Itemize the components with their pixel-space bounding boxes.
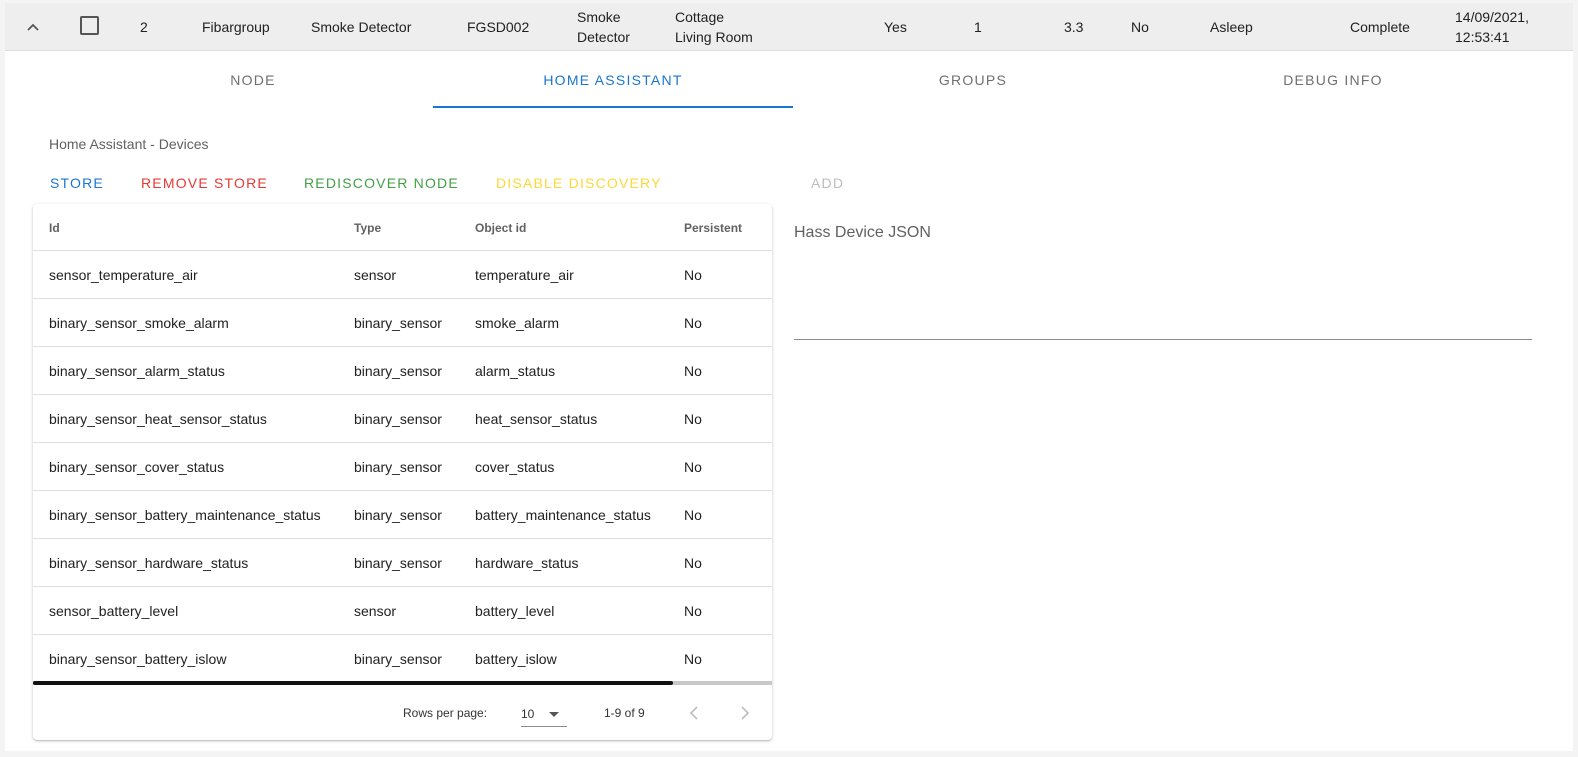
node-secure: Yes <box>884 19 907 35</box>
cell-persistent: No <box>684 650 702 667</box>
table-row[interactable]: binary_sensor_hardware_status binary_sen… <box>33 539 772 587</box>
chevron-up-icon[interactable] <box>25 19 41 35</box>
tab-groups[interactable]: GROUPS <box>793 51 1153 109</box>
cell-object-id: temperature_air <box>475 266 574 283</box>
node-status: Asleep <box>1210 19 1253 35</box>
cell-id: binary_sensor_cover_status <box>49 458 225 475</box>
cell-persistent: No <box>684 602 702 619</box>
table-row[interactable]: binary_sensor_cover_status binary_sensor… <box>33 443 772 491</box>
chevron-left-icon[interactable] <box>685 703 705 723</box>
dropdown-arrow-icon <box>549 712 559 717</box>
rediscover-node-button[interactable]: REDISCOVER NODE <box>304 175 459 191</box>
cell-object-id: cover_status <box>475 458 555 475</box>
node-product-code: FGSD002 <box>467 19 530 35</box>
node-failed: No <box>1131 19 1149 35</box>
cell-object-id: hardware_status <box>475 554 579 571</box>
column-header-persistent[interactable]: Persistent <box>684 204 742 251</box>
cell-persistent: No <box>684 410 702 427</box>
node-location: Cottage Living Room <box>675 9 753 45</box>
cell-type: binary_sensor <box>354 506 442 523</box>
section-title: Home Assistant - Devices <box>49 136 209 152</box>
cell-type: sensor <box>354 266 397 283</box>
node-id: 2 <box>140 19 148 35</box>
cell-id: sensor_temperature_air <box>49 266 198 283</box>
node-interview: Complete <box>1350 19 1410 35</box>
table-row[interactable]: binary_sensor_smoke_alarm binary_sensor … <box>33 299 772 347</box>
cell-type: binary_sensor <box>354 410 442 427</box>
table-header: Id Type Object id Persistent <box>33 204 772 251</box>
node-details-panel: NODE HOME ASSISTANT GROUPS DEBUG INFO Ho… <box>5 51 1573 751</box>
tab-node[interactable]: NODE <box>73 51 433 109</box>
column-header-type[interactable]: Type <box>354 204 381 251</box>
row-checkbox[interactable] <box>80 16 99 35</box>
cell-id: binary_sensor_alarm_status <box>49 362 225 379</box>
table-row[interactable]: binary_sensor_heat_sensor_status binary_… <box>33 395 772 443</box>
cell-type: binary_sensor <box>354 362 442 379</box>
cell-id: binary_sensor_battery_maintenance_status <box>49 506 321 523</box>
add-button: ADD <box>811 175 845 191</box>
tab-bar: NODE HOME ASSISTANT GROUPS DEBUG INFO <box>73 51 1513 109</box>
table-pagination: Rows per page: 10 1-9 of 9 <box>33 685 772 740</box>
cell-type: sensor <box>354 602 397 619</box>
devices-table: Id Type Object id Persistent sensor_temp… <box>33 204 772 740</box>
disable-discovery-button[interactable]: DISABLE DISCOVERY <box>496 175 662 191</box>
node-row[interactable]: 2 Fibargroup Smoke Detector FGSD002 Smok… <box>5 3 1573 51</box>
cell-type: binary_sensor <box>354 458 442 475</box>
chevron-right-icon[interactable] <box>734 703 754 723</box>
active-tab-indicator <box>433 106 793 108</box>
cell-object-id: alarm_status <box>475 362 556 379</box>
cell-type: binary_sensor <box>354 554 442 571</box>
rows-per-page-value: 10 <box>521 707 535 721</box>
cell-id: binary_sensor_hardware_status <box>49 554 249 571</box>
node-name: Smoke Detector <box>577 9 630 45</box>
table-row[interactable]: binary_sensor_battery_islow binary_senso… <box>33 635 772 683</box>
column-header-object-id[interactable]: Object id <box>475 204 526 251</box>
table-row[interactable]: sensor_temperature_air sensor temperatur… <box>33 251 772 299</box>
remove-store-button[interactable]: REMOVE STORE <box>141 175 268 191</box>
column-header-id[interactable]: Id <box>49 204 60 251</box>
tab-home-assistant[interactable]: HOME ASSISTANT <box>433 51 793 109</box>
cell-type: binary_sensor <box>354 650 442 667</box>
cell-object-id: battery_maintenance_status <box>475 506 651 523</box>
table-row[interactable]: binary_sensor_alarm_status binary_sensor… <box>33 347 772 395</box>
cell-persistent: No <box>684 458 702 475</box>
cell-type: binary_sensor <box>354 314 442 331</box>
cell-object-id: smoke_alarm <box>475 314 560 331</box>
cell-persistent: No <box>684 554 702 571</box>
node-last-active: 14/09/2021, 12:53:41 <box>1455 9 1529 45</box>
table-row[interactable]: sensor_battery_level sensor battery_leve… <box>33 587 772 635</box>
cell-persistent: No <box>684 266 702 283</box>
cell-object-id: battery_islow <box>475 650 557 667</box>
node-version: 3.3 <box>1064 19 1084 35</box>
table-row[interactable]: binary_sensor_battery_maintenance_status… <box>33 491 772 539</box>
pagination-range: 1-9 of 9 <box>604 705 645 720</box>
hass-device-json-textarea[interactable] <box>794 339 1532 340</box>
rows-per-page-label: Rows per page: <box>403 705 488 720</box>
cell-object-id: battery_level <box>475 602 555 619</box>
cell-persistent: No <box>684 362 702 379</box>
cell-object-id: heat_sensor_status <box>475 410 598 427</box>
cell-id: sensor_battery_level <box>49 602 179 619</box>
cell-id: binary_sensor_heat_sensor_status <box>49 410 267 427</box>
rows-per-page-select[interactable]: 10 <box>521 703 567 727</box>
node-beaming: 1 <box>974 19 982 35</box>
cell-id: binary_sensor_battery_islow <box>49 650 227 667</box>
cell-id: binary_sensor_smoke_alarm <box>49 314 229 331</box>
node-manufacturer: Fibargroup <box>202 19 270 35</box>
node-product: Smoke Detector <box>311 19 412 35</box>
hass-device-json-label: Hass Device JSON <box>794 224 931 241</box>
cell-persistent: No <box>684 314 702 331</box>
store-button[interactable]: STORE <box>50 175 104 191</box>
tab-debug-info[interactable]: DEBUG INFO <box>1153 51 1513 109</box>
cell-persistent: No <box>684 506 702 523</box>
